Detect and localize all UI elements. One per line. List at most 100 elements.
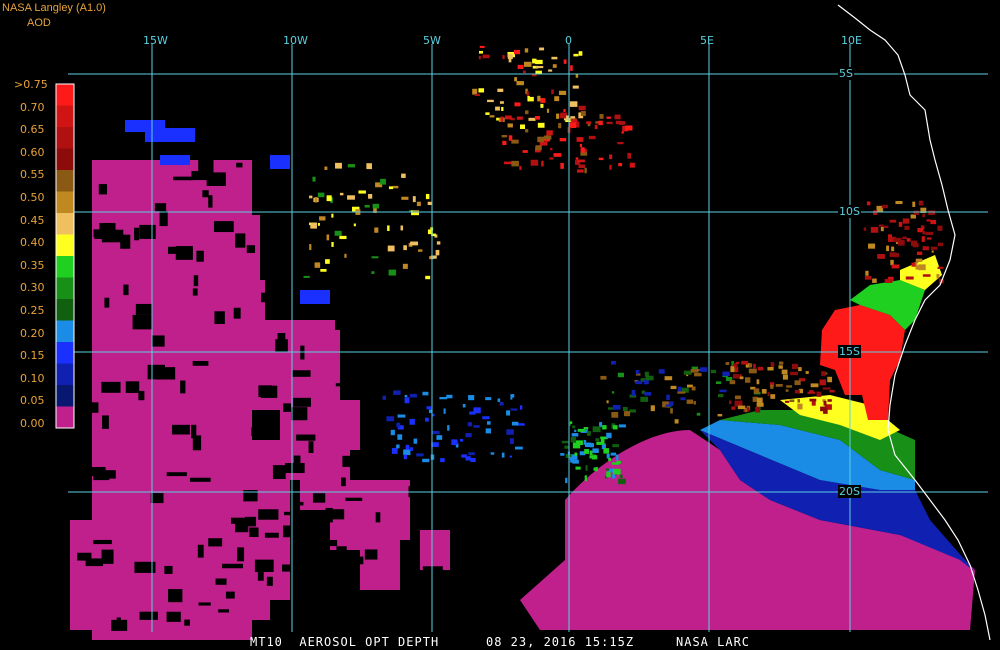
aod-speckle bbox=[560, 453, 565, 456]
aod-speckle bbox=[748, 368, 757, 374]
aod-speckle bbox=[794, 389, 800, 394]
cloud-gap bbox=[342, 455, 359, 467]
cloud-gap bbox=[335, 383, 351, 387]
aod-speckle bbox=[426, 406, 432, 410]
cloud-gap bbox=[424, 399, 431, 406]
aod-speckle bbox=[627, 152, 631, 159]
cloud-gap bbox=[258, 509, 279, 520]
aod-speckle bbox=[577, 428, 585, 432]
aod-speckle bbox=[380, 178, 386, 185]
aod-speckle bbox=[430, 454, 435, 460]
aod-speckle bbox=[580, 147, 585, 153]
aod-west-patch bbox=[420, 530, 450, 570]
aod-speckle bbox=[606, 400, 609, 404]
aod-speckle bbox=[502, 55, 505, 60]
aod-speckle bbox=[928, 210, 934, 216]
aod-speckle bbox=[693, 400, 696, 405]
aod-speckle bbox=[734, 395, 741, 400]
cloud-gap bbox=[139, 611, 158, 620]
aod-speckle bbox=[725, 362, 730, 365]
cloud-gap bbox=[402, 372, 424, 387]
cloud-gap bbox=[164, 565, 173, 574]
aod-speckle bbox=[482, 54, 490, 59]
aod-speckle bbox=[571, 433, 579, 437]
aod-speckle bbox=[918, 201, 924, 206]
cloud-gap bbox=[332, 509, 345, 520]
aod-speckle bbox=[485, 397, 492, 401]
cloud-gap bbox=[166, 472, 187, 477]
cloud-gap bbox=[266, 576, 273, 586]
aod-speckle bbox=[495, 106, 500, 111]
aod-speckle bbox=[517, 423, 525, 426]
aod-speckle bbox=[546, 108, 550, 113]
aod-speckle bbox=[937, 225, 943, 231]
aod-speckle bbox=[906, 238, 911, 242]
aod-speckle bbox=[902, 218, 910, 224]
aod-speckle bbox=[559, 113, 567, 119]
aod-speckle bbox=[730, 366, 735, 373]
aod-speckle bbox=[756, 397, 763, 404]
aod-speckle bbox=[309, 195, 313, 199]
aod-speckle bbox=[618, 424, 626, 428]
aod-speckle bbox=[913, 210, 919, 216]
aod-speckle bbox=[412, 196, 416, 203]
aod-west-patch bbox=[300, 330, 340, 390]
aod-speckle bbox=[310, 222, 317, 229]
colorbar-tick-label: >0.75 bbox=[14, 78, 48, 91]
aod-speckle bbox=[560, 162, 564, 169]
cloud-gap bbox=[292, 370, 311, 377]
aod-speckle bbox=[665, 404, 672, 407]
aod-speckle bbox=[501, 452, 505, 458]
cloud-gap bbox=[173, 176, 193, 181]
aod-speckle bbox=[635, 370, 640, 375]
cloud-gap bbox=[101, 381, 121, 393]
cloud-gap bbox=[215, 578, 227, 585]
cloud-gap bbox=[303, 587, 314, 602]
aod-speckle bbox=[501, 134, 508, 138]
aod-speckle bbox=[591, 455, 598, 460]
aod-speckle bbox=[447, 425, 450, 431]
aod-speckle bbox=[819, 379, 826, 386]
aod-speckle bbox=[781, 369, 788, 375]
aod-speckle bbox=[811, 401, 816, 406]
latitude-label: 5S bbox=[838, 67, 854, 80]
aod-speckle bbox=[499, 101, 504, 104]
aod-speckle bbox=[587, 123, 591, 127]
aod-speckle bbox=[474, 93, 480, 97]
footer-product: MT10 AEROSOL OPT DEPTH bbox=[250, 635, 440, 649]
cloud-gap bbox=[218, 609, 230, 613]
aod-speckle bbox=[922, 274, 931, 277]
aod-speckle bbox=[558, 90, 567, 95]
aod-speckle bbox=[570, 65, 573, 71]
aod-map-display: NASA Langley (A1.0) AOD >0.75 0.70 0.65 0.6… bbox=[0, 0, 1000, 650]
aod-speckle bbox=[612, 425, 618, 430]
aod-speckle bbox=[891, 246, 895, 252]
aod-speckle bbox=[405, 444, 410, 450]
longitude-label: 5W bbox=[423, 34, 441, 47]
aod-speckle bbox=[524, 61, 532, 67]
aod-speckle bbox=[827, 399, 832, 402]
cloud-gap bbox=[425, 515, 431, 529]
aod-speckle bbox=[317, 192, 325, 198]
aod-speckle bbox=[625, 125, 633, 131]
footer-datetime: 08 23, 2016 15:15Z bbox=[486, 635, 635, 649]
aod-speckle bbox=[575, 466, 581, 470]
aod-speckle bbox=[516, 81, 524, 86]
cloud-gap bbox=[390, 320, 398, 331]
aod-speckle bbox=[734, 400, 743, 407]
aod-speckle bbox=[717, 413, 723, 417]
aod-speckle bbox=[478, 50, 483, 54]
cloud-gap bbox=[154, 203, 167, 212]
aod-speckle bbox=[905, 276, 914, 280]
cloud-gap bbox=[159, 211, 168, 227]
aod-speckle bbox=[540, 103, 544, 108]
aod-speckle bbox=[666, 394, 670, 400]
aod-speckle bbox=[823, 407, 828, 414]
aod-speckle bbox=[611, 412, 619, 418]
aod-speckle bbox=[789, 399, 795, 403]
colorbar-tick-label: 0.65 bbox=[20, 123, 45, 137]
cloud-gap bbox=[372, 290, 381, 301]
aod-speckle bbox=[770, 394, 776, 399]
aod-speckle bbox=[805, 371, 809, 374]
cloud-gap bbox=[343, 181, 351, 195]
